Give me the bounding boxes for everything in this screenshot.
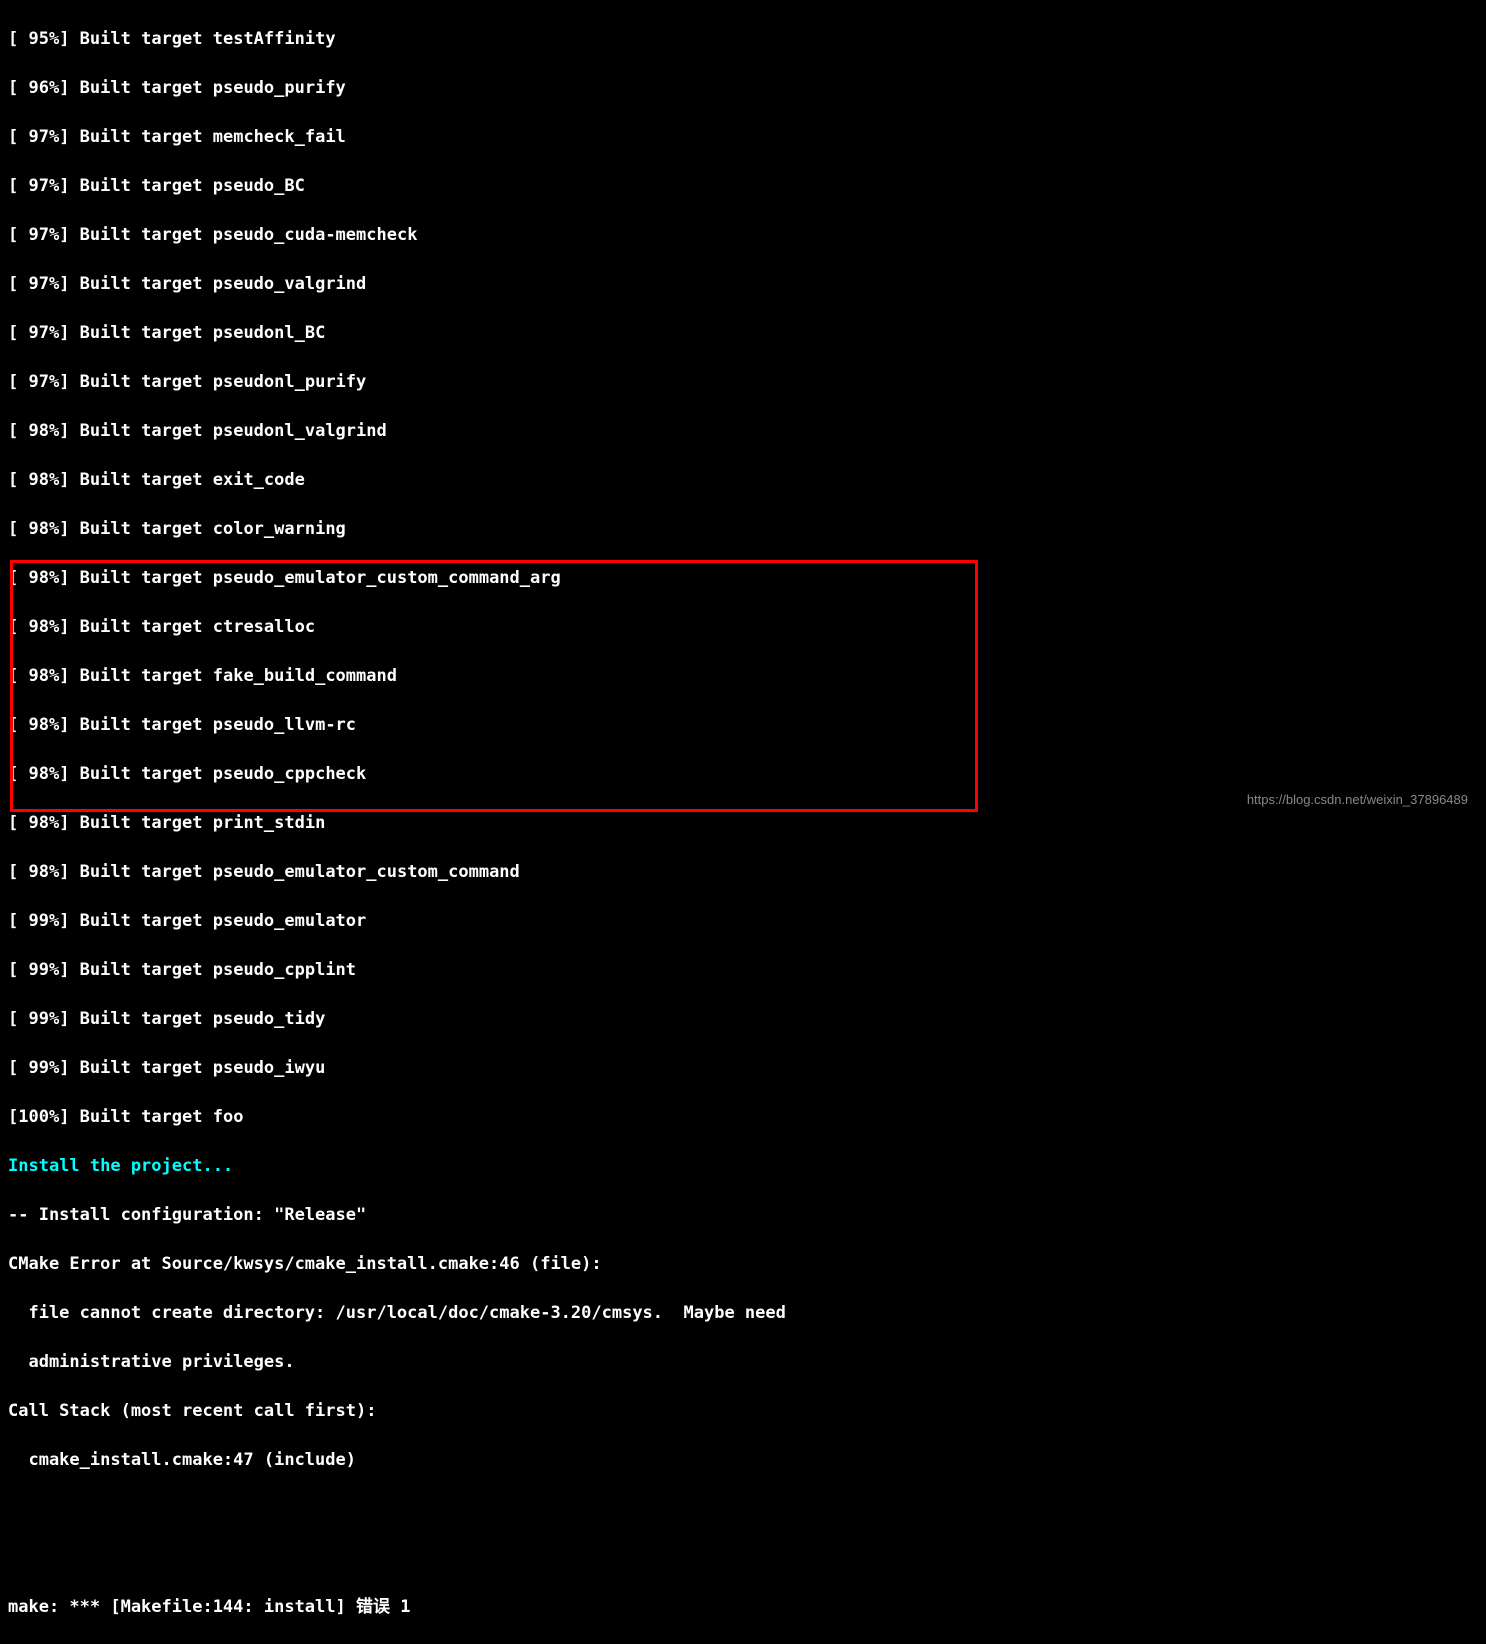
build-line: [ 98%] Built target color_warning: [8, 517, 1478, 542]
build-line: [ 99%] Built target pseudo_tidy: [8, 1007, 1478, 1032]
build-line: [ 95%] Built target testAffinity: [8, 27, 1478, 52]
build-line: [ 97%] Built target pseudonl_BC: [8, 321, 1478, 346]
build-line: [ 98%] Built target pseudonl_valgrind: [8, 419, 1478, 444]
build-line: [ 97%] Built target pseudo_valgrind: [8, 272, 1478, 297]
blank-line: [8, 1497, 1478, 1522]
watermark-text: https://blog.csdn.net/weixin_37896489: [1247, 788, 1468, 813]
error-line: file cannot create directory: /usr/local…: [8, 1301, 1478, 1326]
build-line: [ 99%] Built target pseudo_cpplint: [8, 958, 1478, 983]
build-line: [100%] Built target foo: [8, 1105, 1478, 1130]
build-line: [ 99%] Built target pseudo_emulator: [8, 909, 1478, 934]
build-line: [ 96%] Built target pseudo_purify: [8, 76, 1478, 101]
terminal-output: [ 95%] Built target testAffinity [ 96%] …: [8, 2, 1478, 1644]
build-line: [ 98%] Built target pseudo_emulator_cust…: [8, 860, 1478, 885]
install-header-line: Install the project...: [8, 1154, 1478, 1179]
blank-line: [8, 1546, 1478, 1571]
build-line: [ 99%] Built target pseudo_iwyu: [8, 1056, 1478, 1081]
error-line: Call Stack (most recent call first):: [8, 1399, 1478, 1424]
build-line: [ 97%] Built target pseudonl_purify: [8, 370, 1478, 395]
build-line: [ 98%] Built target pseudo_llvm-rc: [8, 713, 1478, 738]
build-line: [ 98%] Built target ctresalloc: [8, 615, 1478, 640]
build-line: [ 97%] Built target pseudo_BC: [8, 174, 1478, 199]
error-line: CMake Error at Source/kwsys/cmake_instal…: [8, 1252, 1478, 1277]
build-line: [ 97%] Built target pseudo_cuda-memcheck: [8, 223, 1478, 248]
build-line: [ 98%] Built target pseudo_cppcheck: [8, 762, 1478, 787]
build-line: [ 98%] Built target fake_build_command: [8, 664, 1478, 689]
build-line: [ 98%] Built target exit_code: [8, 468, 1478, 493]
install-config-line: -- Install configuration: "Release": [8, 1203, 1478, 1228]
build-line: [ 97%] Built target memcheck_fail: [8, 125, 1478, 150]
error-line: cmake_install.cmake:47 (include): [8, 1448, 1478, 1473]
error-line: administrative privileges.: [8, 1350, 1478, 1375]
build-line: [ 98%] Built target print_stdin: [8, 811, 1478, 836]
build-line: [ 98%] Built target pseudo_emulator_cust…: [8, 566, 1478, 591]
make-error-line: make: *** [Makefile:144: install] 错误 1: [8, 1595, 1478, 1620]
